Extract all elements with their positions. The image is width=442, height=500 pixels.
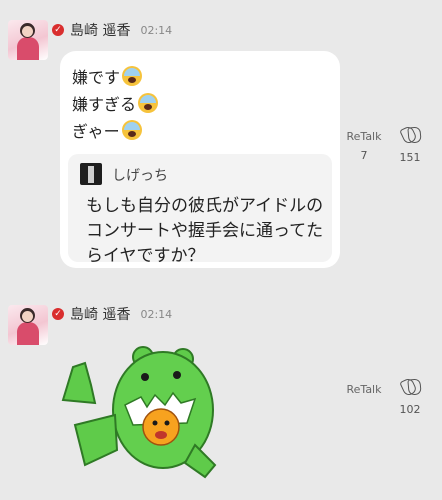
quote-text: もしも自分の彼氏がアイドルのコンサートや握手会に通ってたらイヤですか？ [86, 196, 324, 266]
scream-emoji-icon [121, 120, 142, 140]
post-time: 02:14 [140, 307, 173, 321]
quote-author-name: しげっち [112, 168, 168, 184]
clap-count: 102 [399, 403, 421, 416]
message-text: 嫌です [72, 68, 121, 87]
quoted-question[interactable]: しげっち もしも自分の彼氏がアイドルのコンサートや握手会に通ってたらイヤですか？ [68, 154, 332, 266]
clap-button[interactable]: 102 [390, 377, 430, 416]
scream-emoji-icon [138, 93, 159, 113]
message-line: 嫌すぎる [72, 91, 159, 115]
scream-emoji-icon [122, 66, 143, 86]
retalk-label: ReTalk [346, 383, 382, 396]
clap-icon [396, 377, 424, 395]
clap-count: 151 [399, 151, 421, 164]
verified-check-icon: ✓ [52, 24, 64, 36]
retalk-button[interactable]: ReTalk [344, 383, 384, 396]
retalk-button[interactable]: ReTalk 7 [344, 130, 384, 162]
verified-check-icon: ✓ [52, 308, 64, 320]
post-header: ✓ 島崎 遥香 02:14 [52, 20, 172, 40]
author-avatar[interactable] [8, 305, 48, 345]
message-bubble[interactable]: 嫌です 嫌すぎる ぎゃー しげっち もしも自分の彼氏がアイドルのコンサートや握手… [60, 51, 340, 268]
message-text: 嫌すぎる [72, 95, 137, 114]
quote-author-avatar [80, 163, 102, 185]
clap-icon [396, 125, 424, 143]
post-time: 02:14 [140, 23, 173, 37]
retalk-count: 7 [360, 149, 368, 162]
post-header: ✓ 島崎 遥香 02:14 [52, 304, 172, 324]
author-avatar[interactable] [8, 20, 48, 60]
author-name[interactable]: 島崎 遥香 [70, 304, 130, 324]
message-line: 嫌です [72, 64, 143, 88]
message-line: ぎゃー [72, 118, 142, 142]
clap-button[interactable]: 151 [390, 125, 430, 164]
retalk-label: ReTalk [346, 130, 382, 143]
message-text: ぎゃー [72, 122, 120, 141]
author-name[interactable]: 島崎 遥香 [70, 20, 130, 40]
green-bear-sticker[interactable] [55, 345, 230, 495]
